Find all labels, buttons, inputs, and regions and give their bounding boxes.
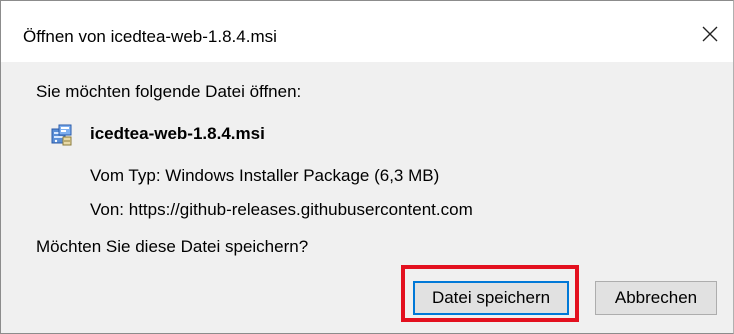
save-file-button[interactable]: Datei speichern [413,281,569,315]
file-source-line: Von: https://github-releases.githubuserc… [90,200,473,219]
close-icon [702,26,718,42]
save-file-dialog: Öffnen von icedtea-web-1.8.4.msi Sie möc… [0,0,734,334]
msi-installer-icon [51,124,72,146]
open-prompt: Sie möchten folgende Datei öffnen: [36,82,302,101]
cancel-button[interactable]: Abbrechen [595,281,717,315]
window-title: Öffnen von icedtea-web-1.8.4.msi [23,27,277,46]
title-bar: Öffnen von icedtea-web-1.8.4.msi [1,1,733,62]
save-question: Möchten Sie diese Datei speichern? [36,237,309,256]
file-name: icedtea-web-1.8.4.msi [90,124,265,143]
dialog-body: Sie möchten folgende Datei öffnen: icedt… [1,62,733,333]
close-button[interactable] [687,11,733,57]
file-type-line: Vom Typ: Windows Installer Package (6,3 … [90,166,440,185]
